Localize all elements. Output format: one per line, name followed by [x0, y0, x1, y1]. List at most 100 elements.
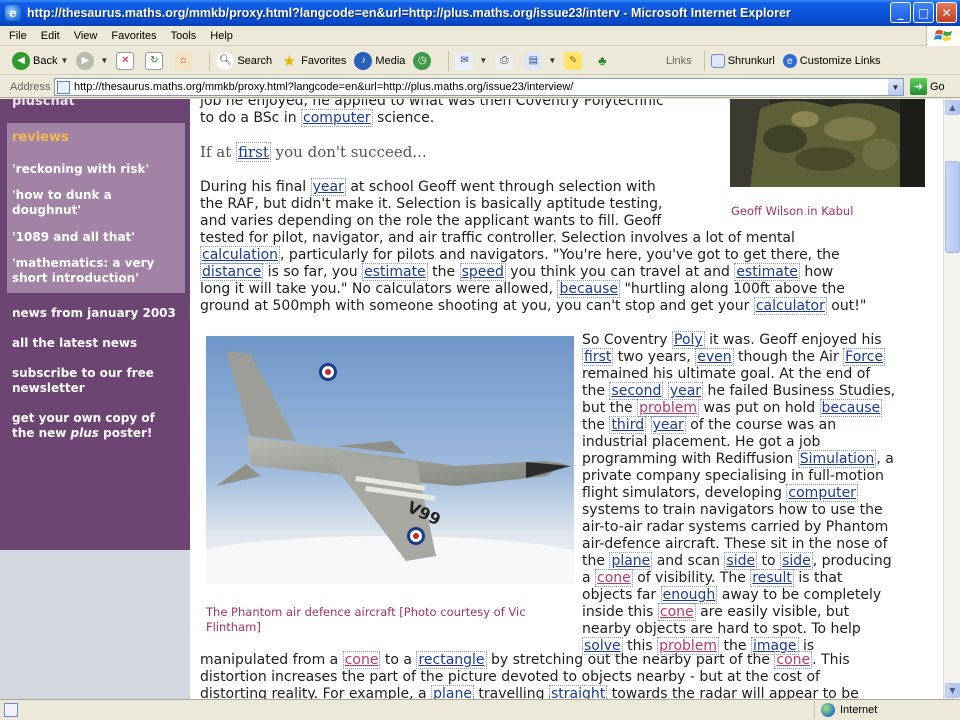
home-button[interactable]: ⌂ — [174, 51, 195, 70]
text-run: "hurtling along 100ft above the — [620, 281, 845, 297]
search-button[interactable]: 🔍︎ Search — [216, 51, 272, 70]
chevron-down-icon[interactable]: ▼ — [888, 79, 903, 95]
text-line: a cone of visibility. The result is that — [582, 569, 842, 587]
thesaurus-link[interactable]: calculator — [753, 297, 827, 315]
mail-button[interactable]: ✉ ▼ — [455, 51, 487, 70]
go-arrow-icon: ➜ — [910, 78, 927, 95]
thesaurus-link[interactable]: because — [819, 399, 883, 417]
text-run: remained his ultimate goal. At the end o… — [582, 366, 871, 382]
go-button[interactable]: ➜ Go — [910, 78, 945, 95]
thesaurus-link[interactable]: year — [650, 416, 686, 434]
text-line: distorting reality. For example, a plane… — [200, 685, 859, 699]
chevron-down-icon[interactable]: ▼ — [548, 56, 556, 65]
sidebar-link-news[interactable]: news from january 2003 — [12, 306, 184, 321]
chevron-down-icon[interactable]: ▼ — [479, 56, 487, 65]
link-customize[interactable]: e Customize Links — [782, 54, 880, 68]
thesaurus-link[interactable]: straight — [549, 685, 608, 699]
thesaurus-link[interactable]: result — [750, 569, 794, 587]
media-button[interactable]: ♪ Media — [354, 51, 405, 70]
thesaurus-link[interactable]: Simulation — [797, 450, 877, 468]
thesaurus-link[interactable]: second — [609, 382, 664, 400]
thesaurus-link[interactable]: cone — [657, 603, 696, 621]
scroll-up-icon[interactable]: ▲ — [945, 100, 960, 115]
refresh-button[interactable]: ↻ — [145, 51, 166, 70]
text-run: the — [582, 383, 610, 399]
history-button[interactable]: ◷ — [413, 51, 434, 70]
back-button[interactable]: ◀ Back ▼ — [12, 51, 68, 70]
text-run: the — [427, 264, 460, 280]
menu-view[interactable]: View — [74, 30, 98, 42]
close-button[interactable]: ✕ — [936, 2, 957, 23]
scroll-thumb[interactable] — [945, 161, 960, 253]
sidebar-link-subscribe[interactable]: subscribe to our free newsletter — [12, 366, 172, 396]
address-field[interactable]: ▼ — [54, 78, 904, 96]
menu-tools[interactable]: Tools — [171, 30, 197, 42]
discuss-button[interactable]: ✎ — [564, 51, 585, 70]
sidebar-review-doughnut[interactable]: 'how to dunk a doughnut' — [12, 188, 132, 218]
page-viewport: pluschat reviews 'reckoning with risk' '… — [0, 99, 943, 699]
thesaurus-link[interactable]: estimate — [362, 263, 428, 281]
links-label: Links — [666, 55, 692, 67]
thesaurus-link[interactable]: third — [609, 416, 647, 434]
text-line: So Coventry Poly it was. Geoff enjoyed h… — [582, 331, 882, 349]
print-button[interactable]: ⎙ — [495, 51, 516, 70]
forward-button[interactable]: ▶ ▼ — [76, 51, 108, 70]
thesaurus-link[interactable]: computer — [786, 484, 858, 502]
thesaurus-link[interactable]: distance — [200, 263, 264, 281]
chevron-down-icon[interactable]: ▼ — [60, 56, 68, 65]
thesaurus-link[interactable]: first — [582, 348, 614, 366]
photo-phantom-aircraft: V99 — [206, 336, 574, 584]
favorites-button[interactable]: ★ Favorites — [280, 52, 346, 70]
thesaurus-link[interactable]: year — [667, 382, 704, 400]
thesaurus-link[interactable]: Poly — [672, 331, 705, 349]
sidebar-link-latest[interactable]: all the latest news — [12, 336, 184, 351]
thesaurus-link[interactable]: Force — [843, 348, 886, 366]
thesaurus-link[interactable]: year — [310, 178, 346, 196]
sidebar-review-reckoning[interactable]: 'reckoning with risk' — [12, 162, 184, 177]
thesaurus-link[interactable]: side — [724, 552, 758, 570]
link-shrunkurl[interactable]: Shrunkurl — [710, 54, 775, 68]
status-bar: Internet — [0, 699, 960, 720]
thesaurus-link[interactable]: problem — [637, 399, 700, 417]
thesaurus-link[interactable]: plane — [609, 552, 653, 570]
address-input[interactable] — [74, 81, 884, 93]
sidebar-review-1089[interactable]: '1089 and all that' — [12, 230, 184, 245]
edit-button[interactable]: ▤ ▼ — [524, 51, 556, 70]
vertical-scrollbar[interactable]: ▲ ▼ — [943, 99, 960, 699]
thesaurus-link[interactable]: side — [780, 552, 813, 570]
thesaurus-link[interactable]: plane — [431, 685, 474, 699]
chevron-down-icon[interactable]: ▼ — [100, 56, 108, 65]
title-bar: e http://thesaurus.maths.org/mmkb/proxy.… — [0, 0, 960, 26]
thesaurus-link[interactable]: rectangle — [416, 651, 487, 669]
thesaurus-link[interactable]: cone — [342, 651, 381, 669]
status-text-area — [0, 701, 815, 719]
minimize-button[interactable]: _ — [890, 2, 911, 23]
thesaurus-link[interactable]: estimate — [734, 263, 800, 281]
menu-file[interactable]: File — [9, 30, 27, 42]
menu-favorites[interactable]: Favorites — [111, 30, 156, 42]
thesaurus-link[interactable]: cone — [595, 569, 633, 587]
thesaurus-link[interactable]: even — [695, 348, 734, 366]
messenger-button[interactable]: ♣ — [593, 52, 614, 70]
zone-label: Internet — [840, 704, 878, 716]
menu-help[interactable]: Help — [210, 30, 233, 42]
thesaurus-link[interactable]: first — [235, 142, 271, 162]
menu-edit[interactable]: Edit — [41, 30, 60, 42]
text-line: private company specialising in full-mot… — [582, 468, 884, 485]
stop-button[interactable]: ✕ — [116, 51, 137, 70]
thesaurus-link[interactable]: computer — [301, 109, 373, 127]
thesaurus-link[interactable]: because — [557, 280, 621, 298]
sidebar-item-pluschat[interactable]: pluschat — [12, 99, 75, 109]
sidebar-link-poster[interactable]: get your own copy of the new plus poster… — [12, 411, 177, 441]
thesaurus-link[interactable]: speed — [459, 263, 506, 281]
maximize-button[interactable]: □ — [913, 2, 934, 23]
scroll-down-icon[interactable]: ▼ — [945, 683, 960, 698]
text-run: by stretching out the nearby part of the — [486, 652, 775, 668]
thesaurus-link[interactable]: enough — [660, 586, 718, 604]
intro-line-1: job he enjoyed, he applied to what was t… — [200, 99, 664, 109]
sidebar-review-mathematics[interactable]: 'mathematics: a very short introduction' — [12, 256, 172, 286]
history-icon: ◷ — [413, 51, 432, 70]
internet-globe-icon — [821, 703, 835, 717]
thesaurus-link[interactable]: cone — [774, 651, 813, 669]
thesaurus-link[interactable]: calculation — [200, 246, 281, 264]
